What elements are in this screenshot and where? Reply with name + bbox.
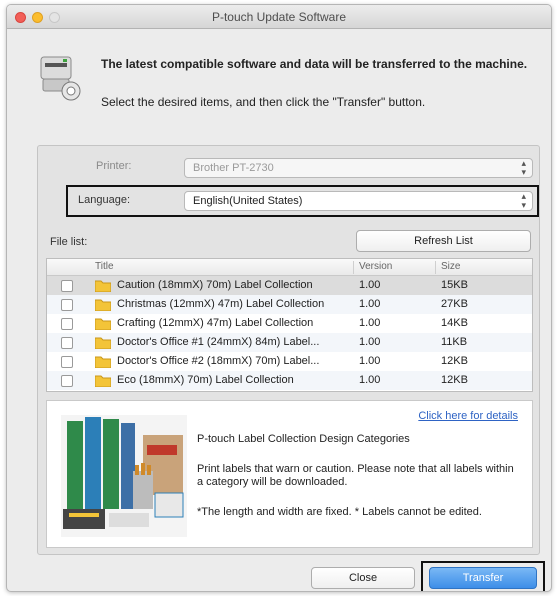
row-version: 1.00 <box>359 298 381 310</box>
language-value: English(United States) <box>193 195 303 207</box>
file-list-table: Title Version Size Caution (18mmX) 70m) … <box>46 258 533 392</box>
row-title: Doctor's Office #1 (24mmX) 84m) Label... <box>117 336 320 348</box>
column-divider <box>353 261 354 274</box>
close-button[interactable]: Close <box>311 567 415 589</box>
row-size: 14KB <box>441 317 468 329</box>
row-checkbox[interactable] <box>61 280 73 292</box>
preview-note: *The length and width are fixed. * Label… <box>197 506 482 518</box>
column-version[interactable]: Version <box>359 261 392 272</box>
row-version: 1.00 <box>359 317 381 329</box>
table-header: Title Version Size <box>47 259 532 276</box>
column-size[interactable]: Size <box>441 261 460 272</box>
row-size: 11KB <box>441 336 468 348</box>
row-title: Doctor's Office #2 (18mmX) 70m) Label... <box>117 355 320 367</box>
file-list-label: File list: <box>50 236 88 248</box>
row-checkbox[interactable] <box>61 375 73 387</box>
window-title: P-touch Update Software <box>211 10 347 24</box>
title-bar: P-touch Update Software <box>7 5 551 29</box>
row-title: Caution (18mmX) 70m) Label Collection <box>117 279 313 291</box>
row-size: 15KB <box>441 279 468 291</box>
row-size: 27KB <box>441 298 468 310</box>
column-divider <box>435 261 436 274</box>
update-software-window: P-touch Update Software The latest compa… <box>6 4 552 592</box>
row-version: 1.00 <box>359 374 381 386</box>
settings-panel: Printer: Brother PT-2730 ▴ ▾ Language: En… <box>37 145 540 555</box>
folder-icon <box>95 375 111 387</box>
table-row[interactable]: Doctor's Office #1 (24mmX) 84m) Label...… <box>47 333 532 352</box>
folder-icon <box>95 299 111 311</box>
printer-select: Brother PT-2730 ▴ ▾ <box>184 158 533 178</box>
row-checkbox[interactable] <box>61 356 73 368</box>
header-message: The latest compatible software and data … <box>101 57 528 71</box>
language-select[interactable]: English(United States) ▴ ▾ <box>184 191 533 211</box>
row-title: Crafting (12mmX) 47m) Label Collection <box>117 317 314 329</box>
row-version: 1.00 <box>359 279 381 291</box>
folder-icon <box>95 280 111 292</box>
preview-heading: P-touch Label Collection Design Categori… <box>197 433 410 445</box>
folder-icon <box>95 356 111 368</box>
row-checkbox[interactable] <box>61 337 73 349</box>
printer-label: Printer: <box>96 160 132 172</box>
row-size: 12KB <box>441 374 468 386</box>
table-row[interactable]: Crafting (12mmX) 47m) Label Collection 1… <box>47 314 532 333</box>
row-title: Christmas (12mmX) 47m) Label Collection <box>117 298 325 310</box>
row-version: 1.00 <box>359 336 381 348</box>
table-row[interactable]: Caution (18mmX) 70m) Label Collection 1.… <box>47 276 532 295</box>
row-checkbox[interactable] <box>61 318 73 330</box>
folder-icon <box>95 337 111 349</box>
preview-description: Print labels that warn or caution. Pleas… <box>197 463 514 488</box>
row-size: 12KB <box>441 355 468 367</box>
table-row[interactable]: Christmas (12mmX) 47m) Label Collection … <box>47 295 532 314</box>
preview-pane: Click here for details P-touch Label Col… <box>46 400 533 548</box>
row-checkbox[interactable] <box>61 299 73 311</box>
row-version: 1.00 <box>359 355 381 367</box>
header-instruction: Select the desired items, and then click… <box>101 95 426 109</box>
printer-value: Brother PT-2730 <box>193 162 274 174</box>
select-arrows-icon: ▴ ▾ <box>521 191 526 210</box>
table-row[interactable]: Eco (18mmX) 70m) Label Collection 1.00 1… <box>47 371 532 390</box>
row-title: Eco (18mmX) 70m) Label Collection <box>117 374 294 386</box>
label-collection-preview-image <box>61 415 187 537</box>
printer-transfer-icon <box>40 56 81 101</box>
details-link[interactable]: Click here for details <box>418 410 518 422</box>
refresh-list-button[interactable]: Refresh List <box>356 230 531 252</box>
folder-icon <box>95 318 111 330</box>
language-label: Language: <box>78 194 130 206</box>
transfer-button[interactable]: Transfer <box>429 567 537 589</box>
table-row[interactable]: Doctor's Office #2 (18mmX) 70m) Label...… <box>47 352 532 371</box>
select-arrows-icon: ▴ ▾ <box>521 158 526 177</box>
column-title[interactable]: Title <box>95 261 114 272</box>
